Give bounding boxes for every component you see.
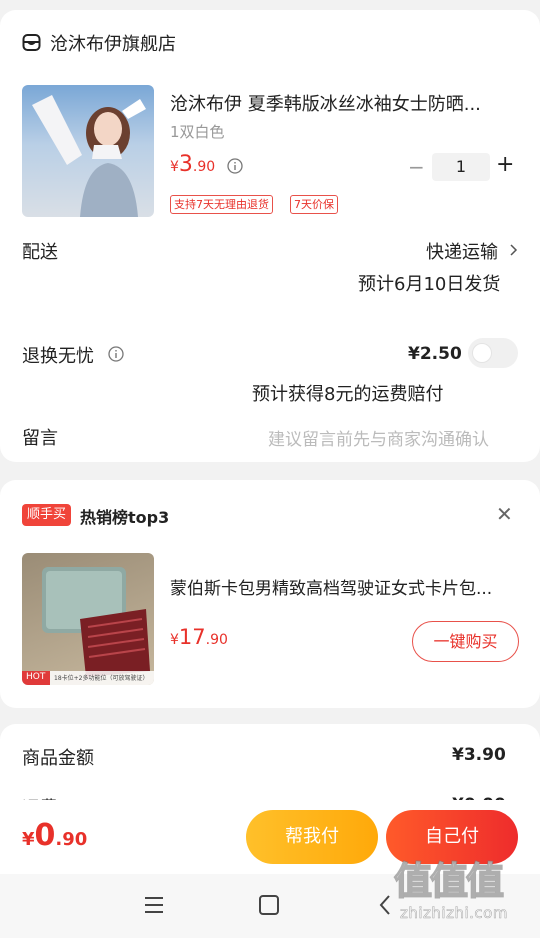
product-title[interactable]: 沧沐布伊 夏季韩版冰丝冰袖女士防晒... <box>170 90 481 116</box>
goods-amount-label: 商品金额 <box>22 748 94 769</box>
menu-icon[interactable] <box>143 895 165 915</box>
recommend-item-title[interactable]: 蒙伯斯卡包男精致高档驾驶证女式卡片包... <box>170 574 492 599</box>
home-icon[interactable] <box>258 894 280 916</box>
delivery-estimate: 预计6月10日发货 <box>358 274 501 295</box>
store-name[interactable]: 沧沐布伊旗舰店 <box>50 30 176 56</box>
recommend-card: 顺手买 热销榜top3 ✕ HOT 18卡位+2多功能位（可放驾驶证） 蒙伯斯卡… <box>0 480 540 708</box>
product-image[interactable] <box>22 85 154 217</box>
delivery-label: 配送 <box>22 242 58 263</box>
chevron-right-icon[interactable] <box>509 242 519 258</box>
message-input[interactable]: 建议留言前先与商家沟通确认 <box>268 425 489 450</box>
recommend-price-int: 17 <box>178 625 206 649</box>
close-icon[interactable]: ✕ <box>496 502 513 526</box>
product-price-symbol: ¥ <box>170 159 179 175</box>
tag-7day-return: 支持7天无理由退货 <box>170 195 273 214</box>
recommend-price-dec: .90 <box>205 632 228 648</box>
return-worry-price: ¥2.50 <box>408 344 462 364</box>
product-variant[interactable]: 1双白色 <box>170 121 225 142</box>
watermark-url: zhizhizhi.com <box>400 904 508 923</box>
tag-price-protect: 7天价保 <box>290 195 338 214</box>
recommend-price-symbol: ¥ <box>170 632 179 648</box>
total-price-int: 0 <box>34 818 56 853</box>
recommend-price: ¥17.90 <box>170 625 228 649</box>
product-price: ¥3.90 <box>170 152 215 177</box>
quantity-input[interactable]: 1 <box>432 153 490 181</box>
return-worry-note: 预计获得8元的运费赔付 <box>252 384 444 405</box>
goods-amount-value: ¥3.90 <box>452 745 506 765</box>
recommend-image-hot: HOT <box>26 672 46 682</box>
quantity-minus-button[interactable]: − <box>408 155 425 179</box>
recommend-badge: 顺手买 <box>22 504 72 526</box>
total-price: ¥0.90 <box>22 818 87 853</box>
price-info-icon[interactable] <box>227 158 243 174</box>
product-price-dec: .90 <box>192 159 216 175</box>
delivery-method[interactable]: 快递运输 <box>426 238 498 264</box>
return-worry-toggle[interactable] <box>468 338 518 368</box>
message-label: 留言 <box>22 428 58 449</box>
help-pay-button[interactable]: 帮我付 <box>246 810 378 864</box>
product-price-int: 3 <box>178 152 193 177</box>
return-info-icon[interactable] <box>108 346 124 362</box>
recommend-title: 热销榜top3 <box>80 508 170 527</box>
total-price-dec: .90 <box>55 829 88 850</box>
store-icon <box>22 33 41 52</box>
back-icon[interactable] <box>378 893 392 917</box>
quantity-plus-button[interactable]: + <box>496 152 514 177</box>
total-price-symbol: ¥ <box>22 829 35 850</box>
system-nav-bar: 值值值 zhizhizhi.com <box>0 858 540 938</box>
recommend-image-caption: 18卡位+2多功能位（可放驾驶证） <box>54 675 149 682</box>
watermark-logo: 值值值 <box>393 858 505 904</box>
return-worry-label: 退换无忧 <box>22 346 94 367</box>
recommend-image[interactable]: HOT 18卡位+2多功能位（可放驾驶证） <box>22 553 154 685</box>
toggle-knob <box>472 343 492 363</box>
order-card: 沧沐布伊旗舰店 沧沐布伊 夏季韩版冰丝冰袖女士防晒... 1双白色 ¥3.90 … <box>0 10 540 462</box>
one-click-buy-button[interactable]: 一键购买 <box>412 621 519 662</box>
